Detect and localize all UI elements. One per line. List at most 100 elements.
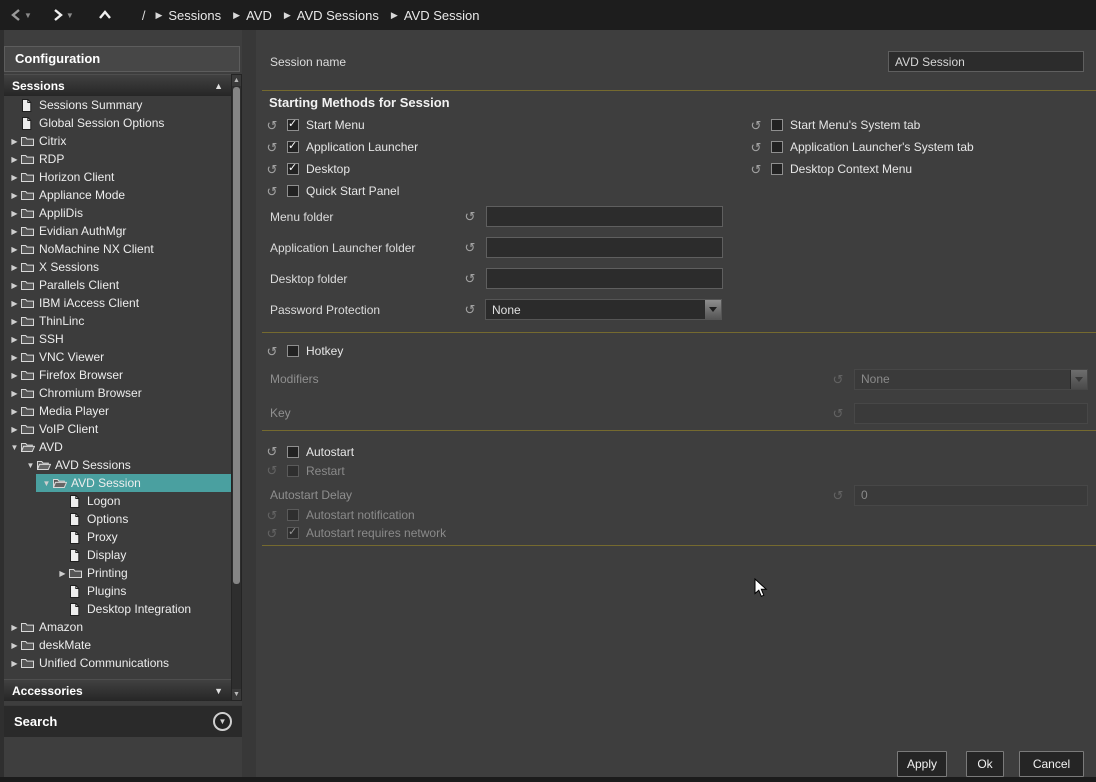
tree-scrollbar[interactable]: ▲ ▼ [231,74,242,701]
tree-item[interactable]: ▼ AVD Sessions [4,456,231,474]
folder-input[interactable] [486,237,723,258]
folder-input[interactable] [486,268,723,289]
tree-expander-icon[interactable]: ▶ [8,623,21,632]
reset-icon[interactable]: ↺ [264,464,280,477]
cancel-button[interactable]: Cancel [1019,751,1084,777]
tree-expander-icon[interactable]: ▶ [8,245,21,254]
tree-expander-icon[interactable]: ▶ [8,425,21,434]
ok-button[interactable]: Ok [966,751,1004,777]
nav-forward-button[interactable]: ▼ [52,8,74,22]
breadcrumb-item[interactable]: ▶ AVD [233,8,272,23]
tree-item[interactable]: ▶ Firefox Browser [4,366,231,384]
tree-item[interactable]: Plugins [4,582,231,600]
tree-item[interactable]: ▶ Parallels Client [4,276,231,294]
tree-item[interactable]: ▼ AVD [4,438,231,456]
scrollbar-thumb[interactable] [233,87,240,584]
reset-icon[interactable]: ↺ [462,210,478,223]
tree-item[interactable]: ▶ Printing [4,564,231,582]
tree-item[interactable]: Options [4,510,231,528]
tree-expander-icon[interactable]: ▶ [8,371,21,380]
tree-item[interactable]: ▶ Media Player [4,402,231,420]
autostart-delay-input[interactable] [854,485,1088,506]
forward-history-dropdown-icon[interactable]: ▼ [66,11,74,20]
tree-expander-icon[interactable]: ▶ [8,389,21,398]
search-expand-button[interactable]: ▼ [213,712,232,731]
tree-expander-icon[interactable]: ▶ [8,191,21,200]
tree-item[interactable]: ▶ Appliance Mode [4,186,231,204]
tree-item[interactable]: ▶ ThinLinc [4,312,231,330]
tree-item[interactable]: Global Session Options [4,114,231,132]
reset-icon[interactable]: ↺ [264,119,280,132]
tree-item[interactable]: ▶ VNC Viewer [4,348,231,366]
folder-input[interactable] [486,206,723,227]
checkbox[interactable] [771,119,783,131]
tree-item[interactable]: ▶ AppliDis [4,204,231,222]
reset-icon[interactable]: ↺ [462,272,478,285]
breadcrumb-item[interactable]: ▶ AVD Sessions [284,8,379,23]
tree-item[interactable]: ▶ Unified Communications [4,654,231,672]
tree-expander-icon[interactable]: ▼ [24,461,37,470]
reset-icon[interactable]: ↺ [264,345,280,358]
reset-icon[interactable]: ↺ [830,407,846,420]
key-input[interactable] [854,403,1088,424]
tree-item[interactable]: ▶ IBM iAccess Client [4,294,231,312]
tree-expander-icon[interactable]: ▶ [8,209,21,218]
reset-icon[interactable]: ↺ [748,119,764,132]
reset-icon[interactable]: ↺ [264,509,280,522]
tree-item[interactable]: ▶ deskMate [4,636,231,654]
reset-icon[interactable]: ↺ [462,303,478,316]
tree-item[interactable]: ▶ X Sessions [4,258,231,276]
expand-icon[interactable]: ▼ [214,686,223,696]
checkbox[interactable] [771,141,783,153]
reset-icon[interactable]: ↺ [264,527,280,540]
tree-item[interactable]: ▶ Amazon [4,618,231,636]
tree-expander-icon[interactable]: ▶ [8,263,21,272]
reset-icon[interactable]: ↺ [462,241,478,254]
hotkey-checkbox[interactable] [287,345,299,357]
tree-item[interactable]: ▼ AVD Session [4,474,231,492]
back-history-dropdown-icon[interactable]: ▼ [24,11,32,20]
sessions-section-header[interactable]: Sessions ▲ [4,74,231,96]
modifiers-select[interactable]: None [854,369,1088,390]
tree-item[interactable]: Proxy [4,528,231,546]
checkbox[interactable] [287,185,299,197]
tree-expander-icon[interactable]: ▶ [8,299,21,308]
tree-expander-icon[interactable]: ▶ [8,641,21,650]
checkbox[interactable] [771,163,783,175]
breadcrumb-item[interactable]: ▶ Sessions [155,8,221,23]
checkbox[interactable] [287,119,299,131]
checkbox[interactable] [287,163,299,175]
tree-item[interactable]: Display [4,546,231,564]
checkbox[interactable] [287,141,299,153]
tree-item[interactable]: ▶ Citrix [4,132,231,150]
tree-item[interactable]: ▶ Evidian AuthMgr [4,222,231,240]
scrollbar-up-icon[interactable]: ▲ [232,75,241,86]
tree-item[interactable]: Logon [4,492,231,510]
autostart-checkbox[interactable] [287,446,299,458]
tree-item[interactable]: Sessions Summary [4,96,231,114]
reset-icon[interactable]: ↺ [264,185,280,198]
reset-icon[interactable]: ↺ [264,163,280,176]
tree-expander-icon[interactable]: ▶ [8,155,21,164]
scrollbar-down-icon[interactable]: ▼ [232,689,241,700]
tree-expander-icon[interactable]: ▼ [8,443,21,452]
search-panel-header[interactable]: Search ▼ [4,705,242,737]
tree-expander-icon[interactable]: ▼ [40,479,53,488]
tree-expander-icon[interactable]: ▶ [8,335,21,344]
nav-up-button[interactable] [98,9,112,21]
tree-item[interactable]: Desktop Integration [4,600,231,618]
reset-icon[interactable]: ↺ [264,445,280,458]
tree-expander-icon[interactable]: ▶ [8,407,21,416]
tree-item[interactable]: ▶ Horizon Client [4,168,231,186]
tree-item[interactable]: ▶ SSH [4,330,231,348]
reset-icon[interactable]: ↺ [830,373,846,386]
tree-expander-icon[interactable]: ▶ [8,659,21,668]
tree-item[interactable]: ▶ VoIP Client [4,420,231,438]
reset-icon[interactable]: ↺ [748,163,764,176]
password-protection-select[interactable]: None [485,299,722,320]
tree-expander-icon[interactable]: ▶ [8,353,21,362]
accessories-section-header[interactable]: Accessories ▼ [4,679,231,701]
breadcrumb-root[interactable]: / [142,8,146,23]
breadcrumb-item[interactable]: ▶ AVD Session [391,8,480,23]
reset-icon[interactable]: ↺ [830,489,846,502]
